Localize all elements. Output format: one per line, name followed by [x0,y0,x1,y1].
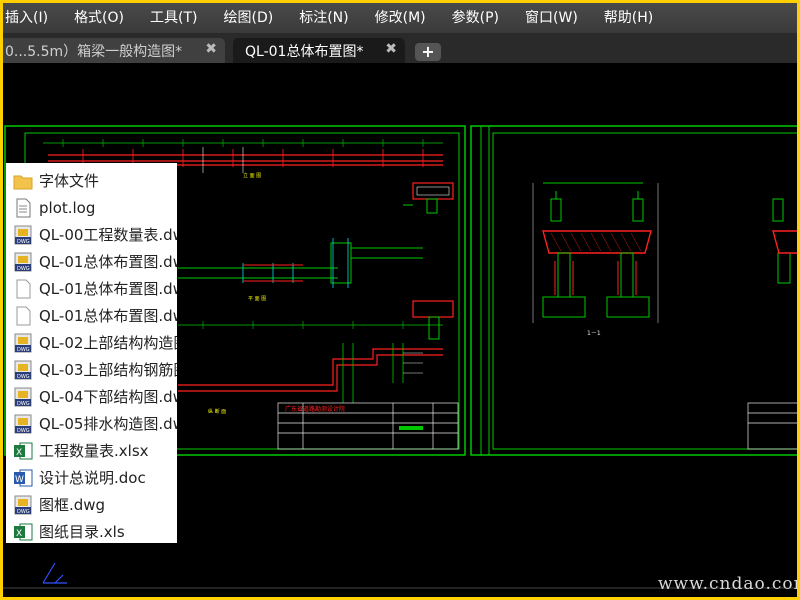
file-list-item[interactable]: DWG QL-02上部结构构造图 [6,329,177,356]
file-name: QL-01总体布置图.dw [39,253,177,271]
svg-text:DWG: DWG [17,401,30,407]
sheet-inner-border-right [492,132,797,450]
svg-text:DWG: DWG [17,374,30,380]
title-block-name: 广东省道路勘测设计院 [285,405,345,413]
svg-text:X: X [16,448,22,458]
file-name: QL-04下部结构图.dw [39,388,177,406]
svg-text:DWG: DWG [17,509,30,515]
file-list-panel: 字体文件 plot.log DWG QL-00工程数量表.dw DWG QL-01总体布置… [6,163,177,543]
watermark-text: www.cndao.com [658,574,797,594]
file-name: 图框.dwg [39,496,106,514]
file-name: 设计总说明.doc [39,469,146,487]
file-name: 工程数量表.xlsx [39,442,149,460]
app-window: 插入(I) 格式(O) 工具(T) 绘图(D) 标注(N) 修改(M) 参数(P… [3,3,797,597]
ucs-icon [42,562,67,584]
menu-bar: 插入(I) 格式(O) 工具(T) 绘图(D) 标注(N) 修改(M) 参数(P… [3,3,797,33]
file-list-item[interactable]: 字体文件 [6,167,177,194]
excel-icon: X [12,440,34,462]
file-name: QL-03上部结构钢筋图 [39,361,177,379]
file-name: QL-05排水构造图.dw [39,415,177,433]
menu-help[interactable]: 帮助(H) [591,3,666,33]
svg-text:立 面 图: 立 面 图 [243,172,261,179]
folder-icon [12,170,34,192]
blank-file-icon [12,278,34,300]
svg-text:纵 断 面: 纵 断 面 [208,408,226,415]
dwg-icon: DWG [12,386,34,408]
dwg-icon: DWG [12,251,34,273]
document-tab-bar: 0...5.5m）箱梁一般构造图* ✖ QL-01总体布置图* ✖ + [3,33,797,63]
file-list-item[interactable]: QL-01总体布置图.dw [6,275,177,302]
file-list-item[interactable]: DWG 图框.dwg [6,491,177,518]
excel-icon: X [12,521,34,543]
file-list-item[interactable]: DWG QL-05排水构造图.dw [6,410,177,437]
file-list-item[interactable]: QL-01总体布置图.dw [6,302,177,329]
svg-text:W: W [15,475,24,485]
file-list-item[interactable]: W 设计总说明.doc [6,464,177,491]
svg-text:DWG: DWG [17,347,30,353]
svg-text:DWG: DWG [17,239,30,245]
tab-box-girder-drawing[interactable]: 0...5.5m）箱梁一般构造图* ✖ [3,38,225,63]
file-list-item[interactable]: DWG QL-00工程数量表.dw [6,221,177,248]
menu-dimension[interactable]: 标注(N) [286,3,361,33]
tab-label: 0...5.5m）箱梁一般构造图* [5,43,183,60]
file-name: 图纸目录.xls [39,523,125,541]
text-file-icon [12,197,34,219]
svg-text:DWG: DWG [17,266,30,272]
blank-file-icon [12,305,34,327]
menu-parameters[interactable]: 参数(P) [439,3,512,33]
new-tab-button[interactable]: + [415,43,441,61]
menu-tools[interactable]: 工具(T) [137,3,210,33]
menu-insert[interactable]: 插入(I) [3,3,61,33]
file-list-item[interactable]: DWG QL-04下部结构图.dw [6,383,177,410]
file-list-item[interactable]: plot.log [6,194,177,221]
close-icon[interactable]: ✖ [385,41,397,57]
svg-text:DWG: DWG [17,428,30,434]
file-name: QL-01总体布置图.dw [39,307,177,325]
menu-draw[interactable]: 绘图(D) [211,3,287,33]
file-name: plot.log [39,198,96,217]
file-name: QL-02上部结构构造图 [39,334,177,352]
dwg-icon: DWG [12,224,34,246]
close-icon[interactable]: ✖ [205,41,217,57]
tab-general-layout[interactable]: QL-01总体布置图* ✖ [233,38,405,63]
menu-format[interactable]: 格式(O) [61,3,137,33]
file-name: QL-00工程数量表.dw [39,226,177,244]
file-list-item[interactable]: X 图纸目录.xls [6,518,177,543]
file-name: 字体文件 [39,172,100,190]
file-list-item[interactable]: DWG QL-03上部结构钢筋图 [6,356,177,383]
menu-window[interactable]: 窗口(W) [512,3,591,33]
dwg-icon: DWG [12,359,34,381]
file-name: QL-01总体布置图.dw [39,280,177,298]
file-list-item[interactable]: DWG QL-01总体布置图.dw [6,248,177,275]
dwg-icon: DWG [12,494,34,516]
file-list-item[interactable]: X 工程数量表.xlsx [6,437,177,464]
section-label: 1－1 [587,330,601,337]
word-icon: W [12,467,34,489]
menu-modify[interactable]: 修改(M) [362,3,439,33]
svg-text:X: X [16,529,22,539]
dwg-icon: DWG [12,413,34,435]
dwg-icon: DWG [12,332,34,354]
svg-text:平 面 图: 平 面 图 [248,296,266,302]
tab-label: QL-01总体布置图* [245,43,364,60]
